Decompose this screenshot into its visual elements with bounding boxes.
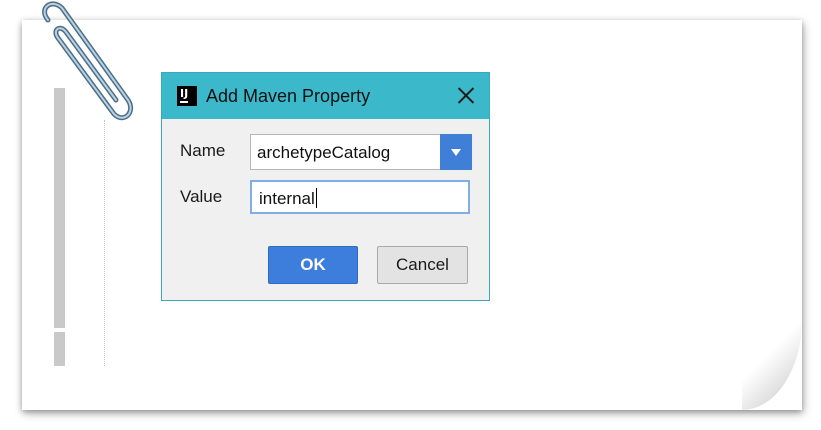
name-label: Name xyxy=(180,141,226,160)
app-icon-underline xyxy=(180,101,188,103)
text-caret xyxy=(315,188,317,208)
value-input[interactable]: internal xyxy=(250,180,470,214)
name-combobox[interactable]: archetypeCatalog xyxy=(250,134,472,170)
app-icon-text: IJ xyxy=(180,87,189,100)
add-maven-property-dialog: IJ Add Maven Property Name archetypeCata… xyxy=(161,72,490,301)
cancel-button[interactable]: Cancel xyxy=(377,246,468,284)
dialog-title: Add Maven Property xyxy=(206,85,371,106)
page-curl xyxy=(742,320,802,410)
intellij-icon: IJ xyxy=(177,86,197,106)
dialog-titlebar[interactable]: IJ Add Maven Property xyxy=(162,73,489,119)
ok-button[interactable]: OK xyxy=(268,246,358,284)
left-gutter-gap xyxy=(54,328,65,332)
value-input-value: internal xyxy=(259,189,315,208)
paperclip-icon xyxy=(42,1,134,121)
chevron-down-icon xyxy=(451,149,461,156)
name-dropdown-button[interactable] xyxy=(440,134,472,170)
dotted-guide-line xyxy=(104,120,105,366)
screenshot-stage: IJ Add Maven Property Name archetypeCata… xyxy=(0,0,821,430)
value-input-text: internal xyxy=(259,188,317,209)
value-label: Value xyxy=(180,187,223,206)
name-combobox-value: archetypeCatalog xyxy=(257,143,391,162)
close-icon[interactable] xyxy=(455,84,477,106)
